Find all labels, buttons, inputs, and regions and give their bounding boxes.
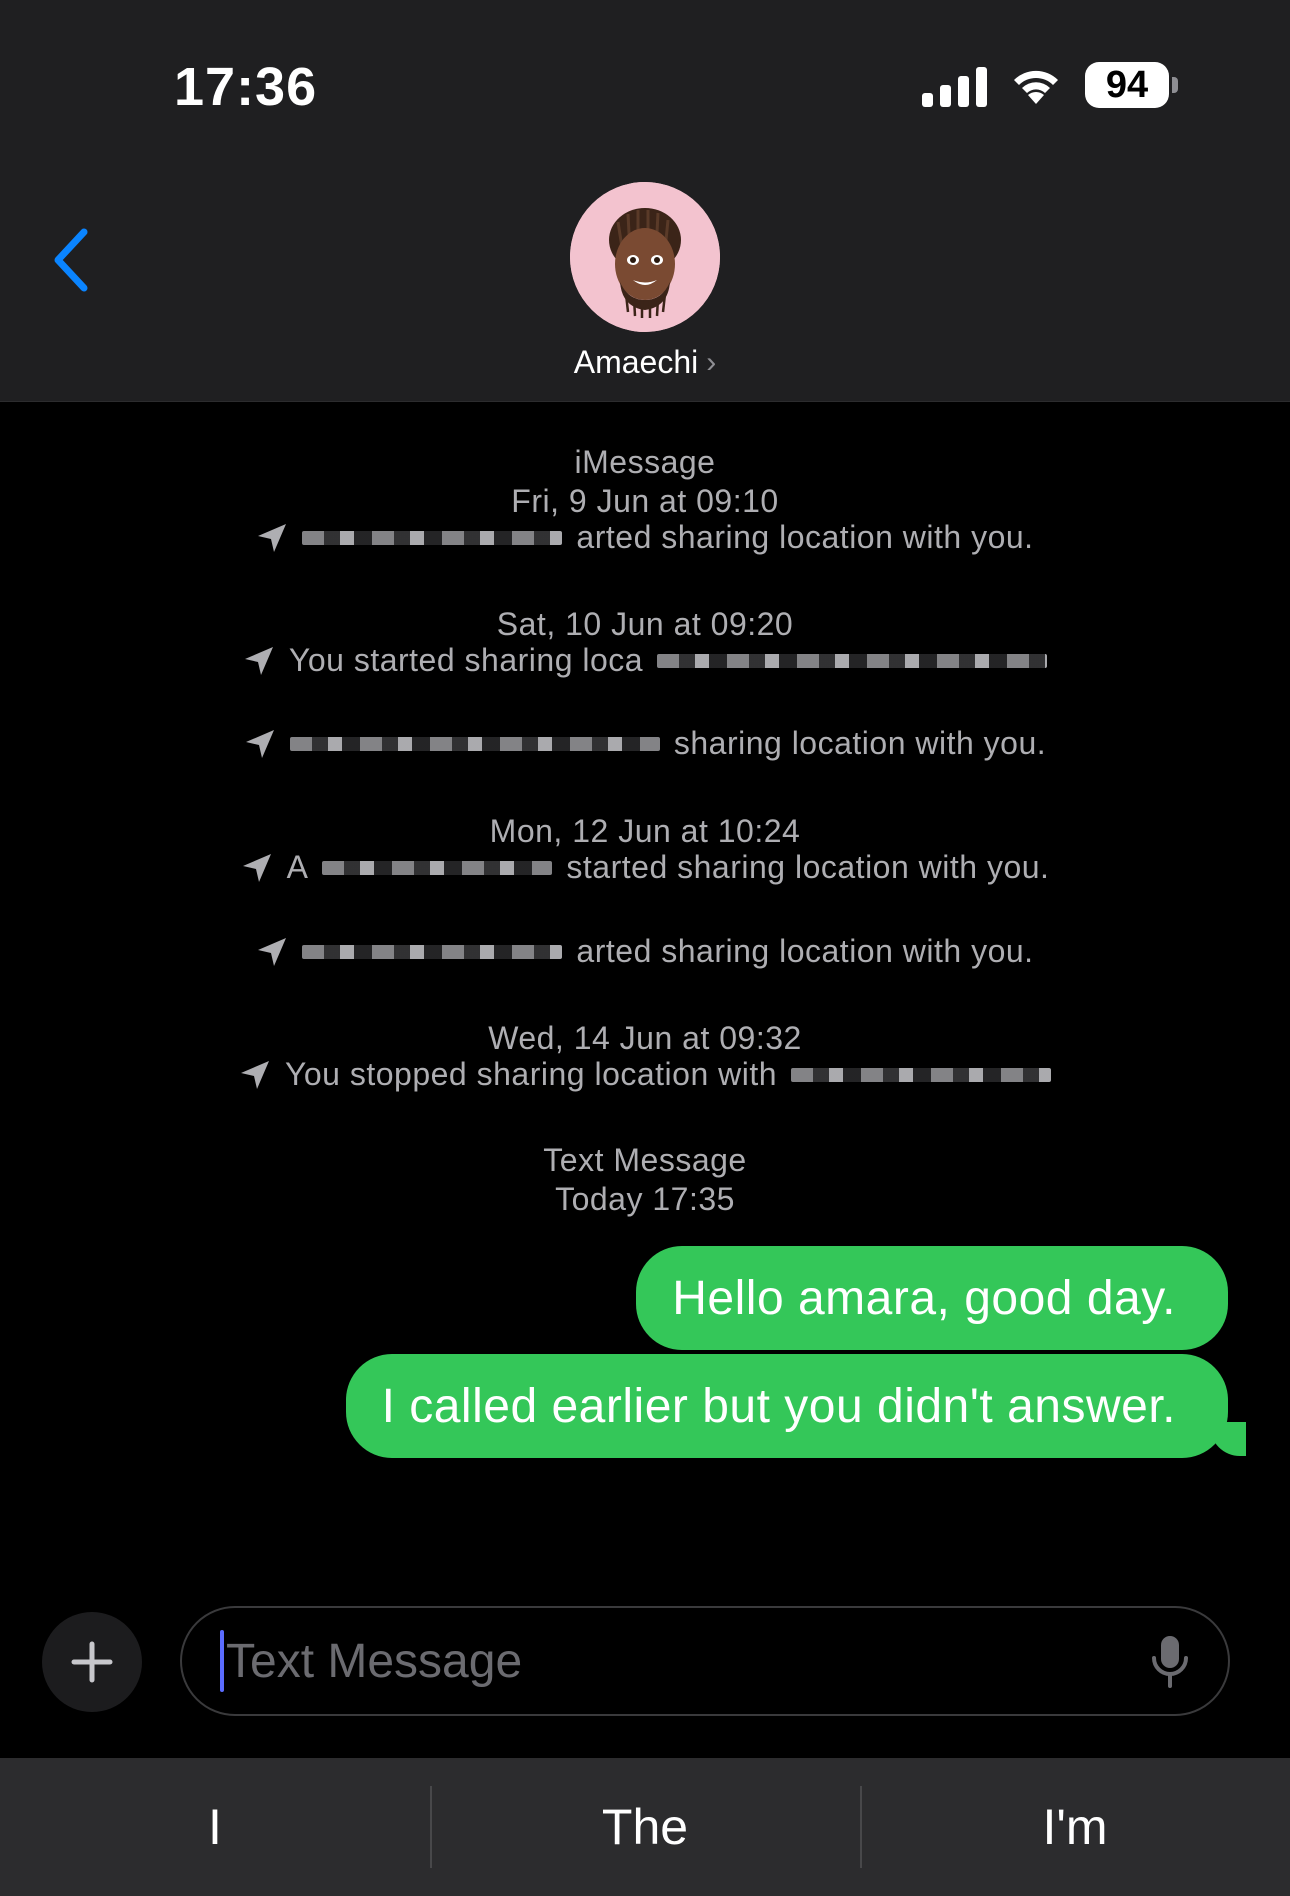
- location-arrow-icon: [245, 729, 274, 758]
- conversation-header: 17:36 94 Amaechi ›: [0, 0, 1290, 402]
- chevron-left-icon: [54, 228, 88, 292]
- bubble-tail: [1210, 1422, 1246, 1456]
- text-caret: [220, 1630, 224, 1692]
- location-event: A started sharing location with you.: [0, 849, 1290, 886]
- location-event-text: arted sharing location with you.: [576, 933, 1034, 969]
- contact-name: Amaechi: [573, 344, 699, 380]
- message-input-placeholder: Text Message: [226, 1634, 523, 1688]
- timestamp: Sat, 10 Jun at 09:20: [496, 606, 794, 642]
- add-attachment-button[interactable]: [42, 1612, 142, 1712]
- redacted-text: [289, 736, 660, 751]
- redacted-text: [791, 1067, 1052, 1082]
- status-time: 17:36: [174, 57, 318, 117]
- redacted-text: [322, 860, 553, 875]
- contact-name-button[interactable]: Amaechi ›: [0, 344, 1290, 381]
- battery-level: 94: [1085, 62, 1169, 108]
- message-bubble[interactable]: I called earlier but you didn't answer.: [345, 1354, 1228, 1458]
- plus-icon: [71, 1641, 113, 1683]
- location-arrow-icon: [242, 853, 271, 882]
- location-event-text: You stopped sharing location with: [284, 1056, 778, 1092]
- message-input[interactable]: Text Message: [180, 1606, 1230, 1716]
- predictive-text-bar: I The I'm: [0, 1758, 1290, 1896]
- chevron-right-icon: ›: [706, 345, 717, 379]
- timestamp: Mon, 12 Jun at 10:24: [489, 813, 801, 849]
- wifi-icon: [1014, 70, 1058, 104]
- memoji-avatar-icon: [570, 182, 720, 332]
- location-event-text: sharing location with you.: [673, 725, 1047, 761]
- cellular-signal-icon: [922, 63, 987, 107]
- location-event: arted sharing location with you.: [0, 933, 1290, 970]
- location-event-text: arted sharing location with you.: [576, 519, 1034, 555]
- back-button[interactable]: [40, 220, 100, 300]
- redacted-text: [302, 530, 563, 545]
- location-arrow-icon: [258, 523, 287, 552]
- suggestion-3[interactable]: I'm: [860, 1758, 1290, 1896]
- location-event: You stopped sharing location with: [0, 1056, 1290, 1093]
- location-event: sharing location with you.: [0, 725, 1290, 762]
- timestamp: Wed, 14 Jun at 09:32: [488, 1020, 802, 1056]
- timestamp: Today 17:35: [555, 1181, 735, 1217]
- location-event-text: started sharing location with you.: [566, 849, 1050, 885]
- service-label: iMessage: [574, 444, 716, 480]
- contact-avatar[interactable]: [570, 182, 720, 332]
- location-arrow-icon: [240, 1060, 269, 1089]
- location-arrow-icon: [258, 937, 287, 966]
- suggestion-1[interactable]: I: [0, 1758, 430, 1896]
- location-event-prefix: A: [286, 849, 309, 885]
- status-icons: 94: [922, 62, 1178, 108]
- microphone-icon[interactable]: [1150, 1634, 1190, 1690]
- message-bubble[interactable]: Hello amara, good day.: [636, 1246, 1228, 1350]
- location-event-text: You started sharing loca: [288, 642, 644, 678]
- timestamp: Fri, 9 Jun at 09:10: [511, 483, 779, 519]
- location-event: You started sharing loca: [0, 642, 1290, 679]
- battery-icon: 94: [1085, 62, 1178, 108]
- service-label: Text Message: [543, 1142, 747, 1178]
- redacted-text: [302, 944, 563, 959]
- suggestion-2[interactable]: The: [430, 1758, 860, 1896]
- location-event: arted sharing location with you.: [0, 519, 1290, 556]
- redacted-text: [657, 653, 1048, 668]
- location-arrow-icon: [244, 646, 273, 675]
